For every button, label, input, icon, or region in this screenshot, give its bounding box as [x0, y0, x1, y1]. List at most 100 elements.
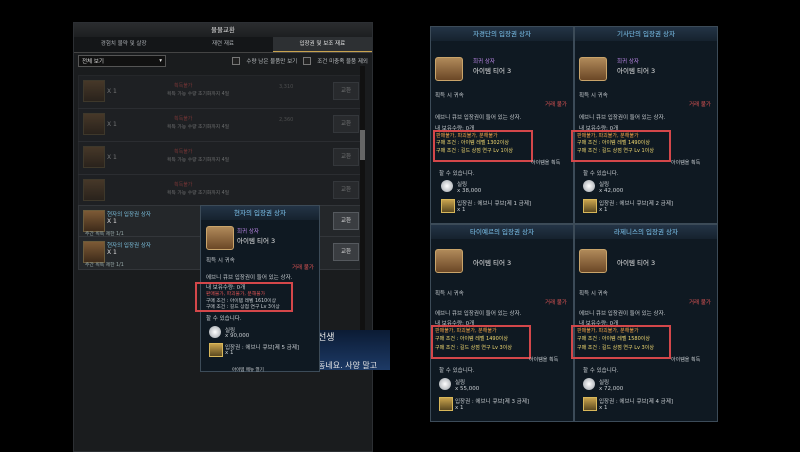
warn-text: 판매불가, 파괴불가, 분해불가: [577, 133, 639, 139]
exchange-button[interactable]: 교환: [333, 115, 359, 133]
exclude-checkbox[interactable]: [303, 57, 312, 65]
weekly-limit: 주간 획득 제한 1/1: [85, 263, 124, 268]
bind-label: 획득 시 귀속: [435, 93, 464, 99]
desc-text: 에브니 큐브 입장권이 들어 있는 상자.: [206, 275, 293, 281]
silver-label: 실링: [599, 380, 610, 386]
stock-qty: 2,360: [279, 117, 294, 123]
tab-bar: 경험치 물약 및 살장 재련 재료 입장권 및 보조 재료: [74, 37, 372, 53]
trade-label: 거래 불가: [689, 300, 711, 306]
item-tooltip: 자경단의 입장권 상자 희귀 상자 아이템 티어 3 획득 시 귀속 거래 불가…: [430, 26, 574, 224]
cond-level: 구매 조건 : 아이템 레벨 1490이상: [577, 140, 650, 146]
cond-guild: 구매 조건 : 길드 상점 연구 Lv 1이상: [436, 148, 513, 154]
bind-label: 획득 시 귀속: [579, 291, 608, 297]
remaining-checkbox[interactable]: [232, 57, 241, 65]
filter-bar: 전체 보기 ▾ 수량 남은 물품만 보기 조건 미충족 물품 제외: [74, 53, 372, 69]
warn-text: 판매불가, 파괴불가, 분해불가: [436, 133, 498, 139]
cond-guild: 구매 조건 : 길드 상점 연구 Lv 3이상: [435, 345, 512, 351]
silver-icon: [441, 180, 453, 192]
scrollbar-thumb[interactable]: [360, 130, 365, 160]
can-text: 할 수 있습니다.: [206, 316, 242, 322]
exclude-label: 조건 미충족 물품 제외: [317, 59, 368, 65]
list-item: X 1 획득불가 획득 가능 수량 초기화까지 4일 교환: [78, 141, 364, 175]
get-text: 아이템을 획득: [671, 357, 701, 363]
silver-icon: [439, 378, 451, 390]
exchange-button[interactable]: 교환: [333, 82, 359, 100]
tooltip-title: 기사단의 입장권 상자: [575, 27, 717, 41]
exchange-button[interactable]: 교환: [333, 243, 359, 261]
ticket-icon: [441, 199, 455, 213]
ticket-qty: x 1: [457, 207, 466, 213]
warn-text: 판매불가, 파괴불가, 분해불가: [435, 328, 497, 334]
silver-icon: [583, 378, 595, 390]
reset-text: 획득 가능 수량 초기화까지 4일: [167, 191, 230, 196]
cond-guild: 구매 조건 : 길드 상점 연구 Lv 3이상: [577, 345, 654, 351]
item-count: X 1: [107, 88, 117, 95]
can-text: 할 수 있습니다.: [439, 171, 475, 177]
ticket-label: 입장권 : 에브니 큐브[제 2 금제]: [599, 201, 674, 207]
item-count: X 1: [107, 218, 117, 225]
cond-guild: 구매 조건 : 길드 상점 연구 Lv 1이상: [577, 148, 654, 154]
reset-text: 획득 가능 수량 초기화까지 4일: [167, 92, 230, 97]
can-text: 할 수 있습니다.: [583, 368, 619, 374]
silver-label: 실링: [455, 380, 466, 386]
ticket-qty: x 1: [455, 405, 464, 411]
warn-text: 판매불가, 파괴불가, 분해불가: [206, 292, 266, 297]
item-icon: [83, 113, 105, 135]
cond-level: 구매 조건 : 아이템 레벨 1490이상: [435, 336, 508, 342]
tier-label: 아이템 티어 3: [473, 67, 512, 75]
ticket-label: 입장권 : 에브니 큐브[제 3 금제]: [455, 399, 530, 405]
desc-text: 에브니 큐브 입장권이 들어 있는 상자.: [579, 311, 666, 317]
can-text: 할 수 있습니다.: [583, 171, 619, 177]
rarity-label: 희귀 상자: [237, 229, 259, 235]
silver-amount: x 55,000: [455, 386, 480, 392]
silver-label: 실링: [599, 182, 610, 188]
get-text: 아이템을 획득: [671, 160, 701, 166]
view-dropdown[interactable]: 전체 보기 ▾: [78, 55, 166, 67]
ticket-icon: [439, 397, 453, 411]
chest-icon: [435, 249, 463, 273]
chest-icon: [435, 57, 463, 81]
ticket-icon: [209, 343, 223, 357]
trade-label: 거래 불가: [545, 300, 567, 306]
chest-icon: [83, 241, 105, 263]
stock-qty: 3,310: [279, 84, 294, 90]
silver-icon: [583, 180, 595, 192]
rarity-label: 희귀 상자: [617, 59, 639, 65]
desc-text: 에브니 큐브 입장권이 들어 있는 상자.: [579, 115, 666, 121]
item-tooltip: 타이예르의 입장권 상자 아이템 티어 3 획득 시 귀속 거래 불가 에브니 …: [430, 224, 574, 422]
chest-icon: [579, 249, 607, 273]
tooltip-title: 라제니스의 입장권 상자: [575, 225, 717, 239]
rarity-label: 희귀 상자: [473, 59, 495, 65]
silver-amount: x 90,000: [225, 333, 250, 339]
window-title: 물물교환: [74, 23, 372, 37]
scrollbar[interactable]: [360, 66, 365, 366]
tooltip-title: 현자의 입장권 상자: [201, 206, 319, 220]
ticket-icon: [583, 397, 597, 411]
can-text: 할 수 있습니다.: [439, 368, 475, 374]
silver-amount: x 72,000: [599, 386, 624, 392]
exchange-button[interactable]: 교환: [333, 212, 359, 230]
bind-label: 획득 시 귀속: [206, 258, 235, 264]
tab-tickets[interactable]: 입장권 및 보조 재료: [272, 37, 372, 52]
npc-name: 선생: [318, 333, 335, 343]
chest-icon: [579, 57, 607, 81]
item-count: X 1: [107, 249, 117, 256]
list-item: X 1 획득불가 획득 가능 수량 초기화까지 4일 2,360 교환: [78, 108, 364, 142]
ticket-label: 입장권 : 에브니 큐브[제 1 금제]: [457, 201, 532, 207]
exchange-button[interactable]: 교환: [333, 181, 359, 199]
tooltip-title: 타이예르의 입장권 상자: [431, 225, 573, 239]
ticket-icon: [583, 199, 597, 213]
item-count: X 1: [107, 121, 117, 128]
tab-refine[interactable]: 재련 재료: [173, 37, 272, 52]
tab-exp-potion[interactable]: 경험치 물약 및 살장: [74, 37, 173, 52]
desc-text: 에브니 큐브 입장권이 들어 있는 상자.: [435, 115, 522, 121]
cond-guild: 구매 조건 : 길드 상점 연구 Lv 3이상: [206, 305, 280, 310]
item-icon: [83, 146, 105, 168]
unavailable-label: 획득불가: [174, 116, 193, 122]
chest-icon: [206, 226, 234, 250]
tooltip-title: 자경단의 입장권 상자: [431, 27, 573, 41]
exchange-button[interactable]: 교환: [333, 148, 359, 166]
tier-label: 아이템 티어 3: [473, 259, 512, 267]
chest-icon: [83, 210, 105, 232]
reset-text: 획득 가능 수량 초기화까지 4일: [167, 125, 230, 130]
